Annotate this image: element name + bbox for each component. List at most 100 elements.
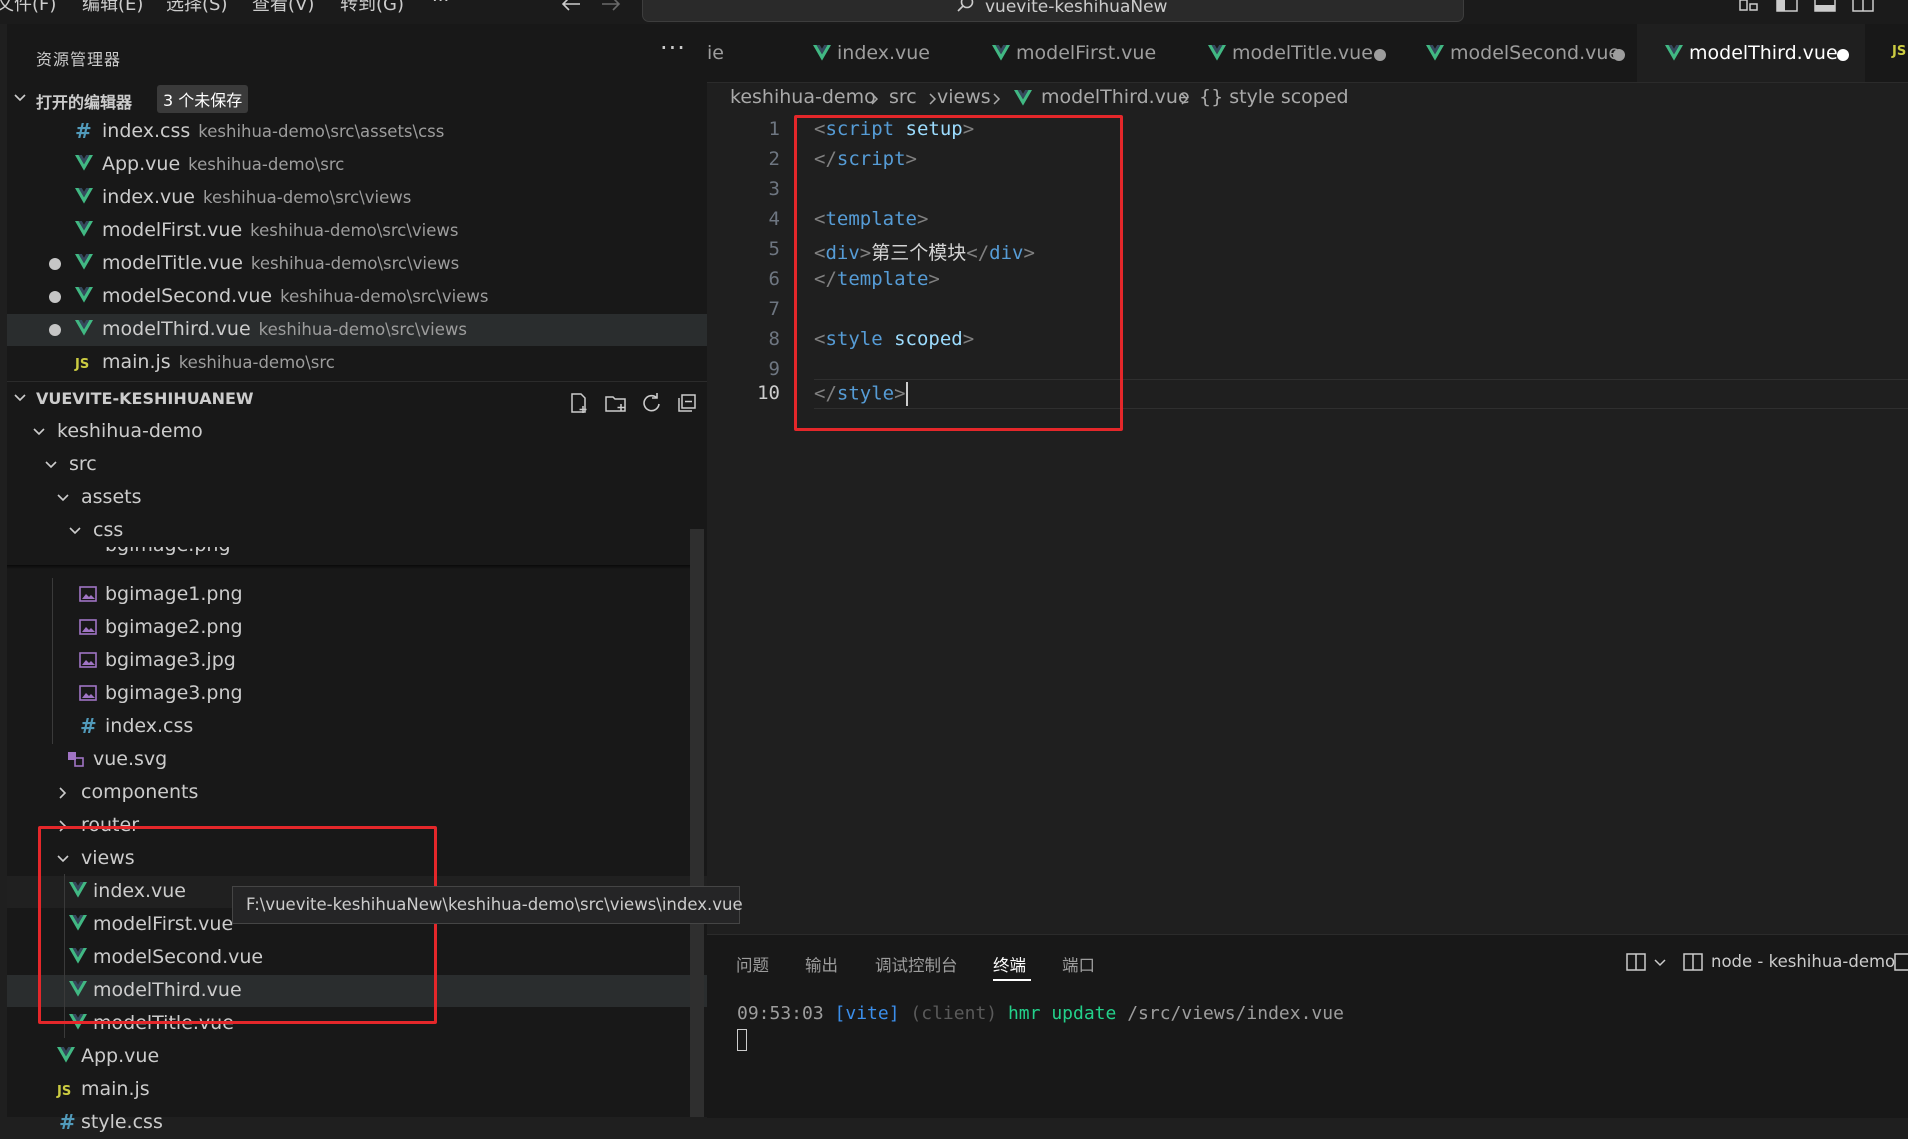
menu-edit[interactable]: 编辑(E) [82,0,143,16]
tree-folder-assets[interactable]: assets [7,482,707,514]
workspace-header[interactable]: VUEVITE-KESHIHUANEW [12,384,707,414]
tree-folder-css-sticky[interactable]: css [7,515,707,547]
tree-file[interactable]: bgimage3.png [7,678,707,710]
tree-file[interactable]: bgimage1.png [7,579,707,611]
terminal-instance-icon[interactable] [1682,951,1704,973]
toggle-sidebar-icon[interactable] [1776,0,1798,12]
tree-file-partial[interactable]: bgimage.png [7,546,707,566]
tree-label: bgimage.png [105,546,231,556]
open-editor-item[interactable]: modelFirst.vue keshihua-demo\src\views [7,215,707,247]
tree-label: bgimage3.jpg [105,649,236,671]
open-editor-item[interactable]: modelSecond.vue keshihua-demo\src\views [7,281,707,313]
breadcrumb-item[interactable]: modelThird.vue [1041,86,1190,108]
tab-modeltitle-vue[interactable]: modelTitle.vue [1180,24,1399,82]
tree-label: App.vue [81,1045,160,1067]
js-icon: JS [1892,44,1907,59]
split-terminal-icon[interactable] [1625,951,1647,973]
open-editor-item[interactable]: App.vue keshihua-demo\src [7,149,707,181]
open-editor-filename: modelTitle.vue [102,252,243,274]
open-editor-item[interactable]: index.vue keshihua-demo\src\views [7,182,707,214]
tab-index-vue[interactable]: index.vue [785,24,965,82]
open-editor-filename: modelThird.vue [102,318,251,340]
open-editor-item[interactable]: # index.css keshihua-demo\src\assets\css [7,116,707,148]
open-editor-item[interactable]: JS main.js keshihua-demo\src [7,347,707,379]
customize-layout-icon[interactable] [1738,0,1760,12]
tree-file[interactable]: bgimage3.jpg [7,645,707,677]
vue-icon [992,45,1010,61]
menu-view[interactable]: 查看(V) [252,0,314,16]
tab-label: index.vue [837,42,930,64]
tooltip-text: F:\vuevite-keshihuaNew\keshihua-demo\src… [246,895,743,914]
terminal-layout-icon[interactable] [1893,951,1908,973]
tree-folder-components[interactable]: components [7,777,707,809]
unsaved-dot-icon[interactable] [49,258,61,270]
tab-js-partial[interactable]: JS [1865,24,1908,82]
menu-file[interactable]: 文件(F) [0,0,56,16]
terminal-cursor[interactable] [737,1029,747,1051]
tree-label: components [81,781,199,803]
tree-file[interactable]: bgimage2.png [7,612,707,644]
image-file-icon [79,684,97,702]
explorer-more-actions[interactable]: ··· [660,34,686,62]
open-editor-filename: App.vue [102,153,181,175]
chevron-right-icon [55,785,71,801]
tab-modelsecond-vue[interactable]: modelSecond.vue [1398,24,1638,82]
collapse-all-icon[interactable] [676,392,698,414]
tree-file[interactable]: App.vue [7,1041,707,1073]
breadcrumb-item[interactable]: views [937,86,991,108]
tree-folder-src[interactable]: src [7,449,707,481]
open-editor-filename: index.vue [102,186,195,208]
open-editor-item-active[interactable]: modelThird.vue keshihua-demo\src\views [7,314,707,346]
tab-modelfirst-vue[interactable]: modelFirst.vue [964,24,1181,82]
tab-partial[interactable]: ie [707,24,786,82]
unsaved-dot-icon[interactable] [49,291,61,303]
breadcrumb-item[interactable]: {} style scoped [1199,86,1349,108]
toggle-panel-icon[interactable] [1814,0,1836,12]
vue-icon [75,287,93,303]
new-file-icon[interactable] [568,392,590,414]
panel-tab-debug-console[interactable]: 调试控制台 [875,952,958,976]
menu-selection[interactable]: 选择(S) [166,0,227,16]
tree-folder-keshihua-demo[interactable]: keshihua-demo [7,416,707,448]
open-editor-filename: modelSecond.vue [102,285,273,307]
terminal-instance-name[interactable]: node - keshihua-demo [1711,952,1895,971]
tab-modelthird-vue-active[interactable]: modelThird.vue [1637,24,1866,82]
line-number: 1 [768,118,780,140]
open-editors-header[interactable]: 打开的编辑器 3 个未保存 [12,84,707,114]
vue-icon [75,320,93,336]
menu-goto[interactable]: 转到(G) [340,0,404,16]
vue-icon [1208,45,1226,61]
refresh-icon[interactable] [640,392,662,414]
tree-file[interactable]: # index.css [7,711,707,743]
title-bar: 文件(F) 编辑(E) 选择(S) 查看(V) 转到(G) ··· vuevit… [0,0,1908,24]
terminal-output-line: 09:53:03 [vite] (client) hmr update /src… [737,1003,1344,1024]
tree-label: style.css [81,1111,163,1133]
panel-tab-problems[interactable]: 问题 [736,952,769,976]
toggle-secondary-sidebar-icon[interactable] [1852,0,1874,12]
breadcrumb-item[interactable]: src [889,86,917,108]
command-center[interactable]: vuevite-keshihuaNew [642,0,1464,22]
unsaved-dot-icon[interactable] [1613,49,1625,61]
open-editor-path: keshihua-demo\src [178,353,335,372]
activity-bar-edge [0,24,7,1117]
panel-tab-ports[interactable]: 端口 [1062,952,1095,976]
tree-file[interactable]: vue.svg [7,744,707,776]
unsaved-dot-icon[interactable] [49,324,61,336]
unsaved-dot-icon[interactable] [1837,49,1849,61]
menu-more[interactable]: ··· [432,0,449,11]
breadcrumb-item[interactable]: keshihua-demo [730,86,876,108]
tree-file[interactable]: JS main.js [7,1074,707,1106]
line-number: 7 [768,298,780,320]
panel-tab-output[interactable]: 输出 [805,952,838,976]
new-folder-icon[interactable] [604,392,628,414]
annotation-box-views [38,826,437,1024]
open-editors-label: 打开的编辑器 [36,93,133,112]
forward-arrow-icon[interactable] [600,0,622,12]
unsaved-dot-icon[interactable] [1374,49,1386,61]
sidebar-scrollbar[interactable] [690,529,704,1117]
chevron-down-icon[interactable] [1653,957,1667,969]
panel-tab-terminal[interactable]: 终端 [993,952,1026,976]
back-arrow-icon[interactable] [560,0,582,12]
tree-file[interactable]: # style.css [7,1107,707,1139]
open-editor-item[interactable]: modelTitle.vue keshihua-demo\src\views [7,248,707,280]
